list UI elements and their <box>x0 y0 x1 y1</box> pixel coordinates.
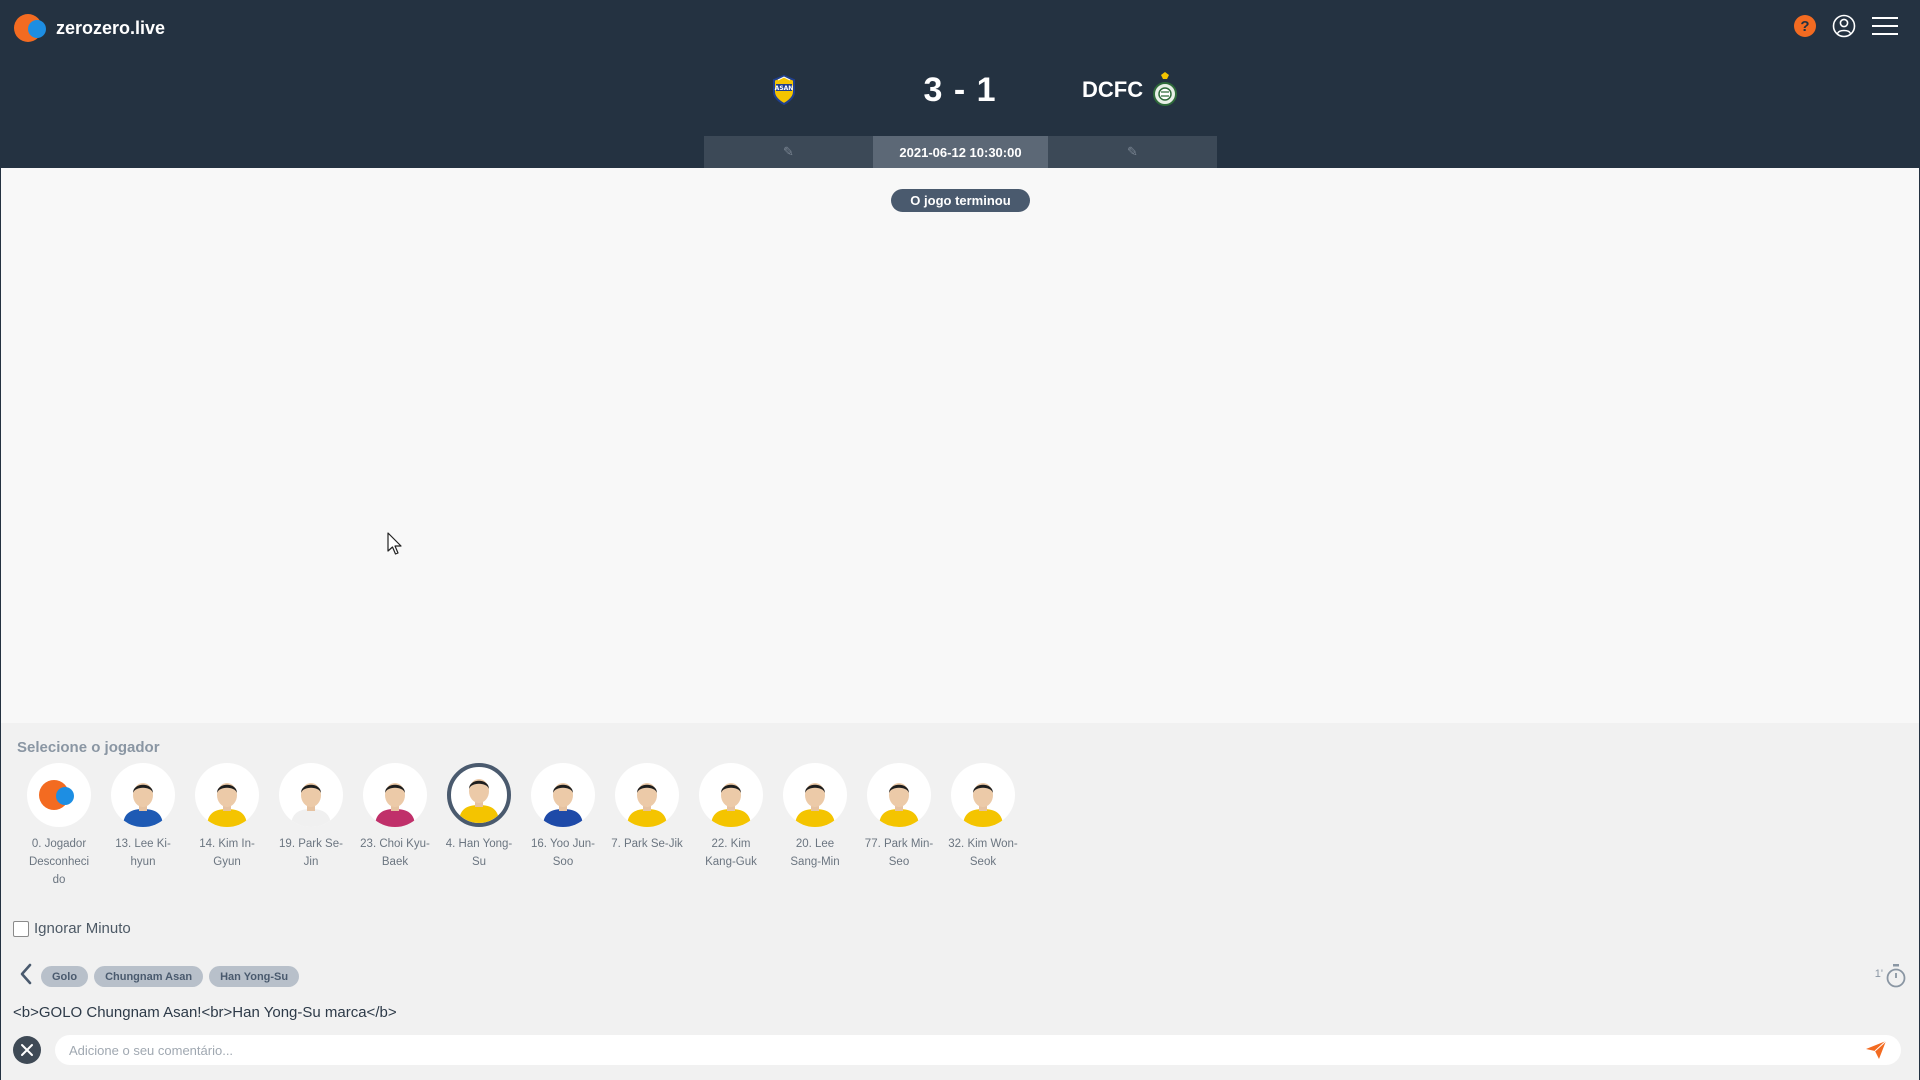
brand-name: zerozero.live <box>56 17 166 38</box>
mouse-cursor-icon <box>387 532 403 561</box>
player-name: 32. Kim Won-Seok <box>948 838 1018 868</box>
minute-timer[interactable]: 1' <box>1875 964 1907 993</box>
unknown-player-icon <box>27 763 91 827</box>
player-list: 0. Jogador Desconheci do 13. Lee Ki-hyun 1… <box>17 763 1025 889</box>
player-name: 20. Lee Sang-Min <box>790 838 840 868</box>
live-feed-area: O jogo terminou <box>1 168 1919 723</box>
timer-minute-value: 1' <box>1874 968 1883 980</box>
player-option[interactable]: 7. Park Se-Jik <box>605 763 689 889</box>
ignore-minute-label: Ignorar Minuto <box>34 920 131 937</box>
player-avatar <box>363 763 427 827</box>
chevron-left-icon[interactable] <box>19 963 33 990</box>
player-name: 19. Park Se-Jin <box>279 838 343 868</box>
player-option[interactable]: 4. Han Yong-Su <box>437 763 521 889</box>
ignore-minute-option[interactable]: Ignorar Minuto <box>13 920 131 937</box>
player-option[interactable]: 20. Lee Sang-Min <box>773 763 857 889</box>
comment-preview-text: <b>GOLO Chungnam Asan!<br>Han Yong-Su ma… <box>13 1004 397 1021</box>
event-editor-panel: Selecione o jogador 0. Jogador Desconhec… <box>1 723 1919 1080</box>
player-avatar <box>951 763 1015 827</box>
player-option[interactable]: 23. Choi Kyu-Baek <box>353 763 437 889</box>
player-option[interactable]: 19. Park Se-Jin <box>269 763 353 889</box>
player-name: 7. Park Se-Jik <box>611 838 683 850</box>
scoreline: ASAN 3 - 1 DCFC <box>0 68 1920 112</box>
player-name: 77. Park Min-Seo <box>864 838 934 868</box>
stopwatch-icon <box>1885 964 1907 993</box>
away-team-name[interactable]: DCFC <box>1082 68 1143 112</box>
comment-bar <box>13 1035 1901 1065</box>
player-avatar <box>531 763 595 827</box>
away-team-crest-icon[interactable] <box>1152 72 1178 108</box>
header-actions: ? <box>1794 14 1898 38</box>
match-datetime: 2021-06-12 10:30:00 <box>873 136 1048 168</box>
event-tag-player[interactable]: Han Yong-Su <box>209 966 300 987</box>
event-tag-team[interactable]: Chungnam Asan <box>94 966 204 987</box>
player-option[interactable]: 22. Kim Kang-Guk <box>689 763 773 889</box>
hamburger-menu-icon[interactable] <box>1872 16 1898 36</box>
match-info-tabs: ✎ 2021-06-12 10:30:00 ✎ <box>704 136 1217 168</box>
player-option[interactable]: 16. Yoo Jun-Soo <box>521 763 605 889</box>
event-tag-type[interactable]: Golo <box>41 966 89 987</box>
player-avatar <box>195 763 259 827</box>
player-avatar <box>111 763 175 827</box>
player-option[interactable]: 0. Jogador Desconheci do <box>17 763 101 889</box>
player-option[interactable]: 77. Park Min-Seo <box>857 763 941 889</box>
user-account-icon[interactable] <box>1832 14 1856 38</box>
player-name: 14. Kim In-Gyun <box>199 838 255 868</box>
player-avatar <box>867 763 931 827</box>
player-avatar <box>783 763 847 827</box>
comment-input[interactable] <box>55 1035 1901 1065</box>
match-status-badge: O jogo terminou <box>891 189 1030 212</box>
match-header: zerozero.live ? ASAN 3 - 1 DCFC ✎ 2021-0… <box>0 0 1920 168</box>
pencil-icon: ✎ <box>783 144 794 159</box>
match-score: 3 - 1 <box>923 71 997 109</box>
player-avatar <box>447 763 511 827</box>
close-icon[interactable] <box>13 1036 41 1064</box>
select-player-title: Selecione o jogador <box>17 739 160 756</box>
player-avatar <box>279 763 343 827</box>
player-name: 23. Choi Kyu-Baek <box>360 838 430 868</box>
player-name: 4. Han Yong-Su <box>445 838 513 868</box>
player-option[interactable]: 32. Kim Won-Seok <box>941 763 1025 889</box>
svg-text:ASAN: ASAN <box>775 85 794 92</box>
edit-right-tab[interactable]: ✎ <box>1048 136 1217 168</box>
send-icon[interactable] <box>1865 1040 1887 1065</box>
event-tags-row: Golo Chungnam Asan Han Yong-Su <box>19 963 305 990</box>
brand-logo-link[interactable]: zerozero.live <box>14 13 165 43</box>
player-name: 13. Lee Ki-hyun <box>115 838 171 868</box>
pencil-icon: ✎ <box>1127 144 1138 159</box>
player-name: 0. Jogador Desconheci do <box>28 838 90 886</box>
help-icon[interactable]: ? <box>1794 15 1816 37</box>
ignore-minute-checkbox[interactable] <box>13 920 29 937</box>
zerozero-logo-icon <box>14 13 50 43</box>
player-avatar <box>615 763 679 827</box>
player-avatar <box>699 763 763 827</box>
player-option[interactable]: 13. Lee Ki-hyun <box>101 763 185 889</box>
player-name: 22. Kim Kang-Guk <box>705 838 757 868</box>
edit-left-tab[interactable]: ✎ <box>704 136 873 168</box>
player-option[interactable]: 14. Kim In-Gyun <box>185 763 269 889</box>
player-name: 16. Yoo Jun-Soo <box>531 838 595 868</box>
home-team-crest-icon[interactable]: ASAN <box>770 74 798 106</box>
